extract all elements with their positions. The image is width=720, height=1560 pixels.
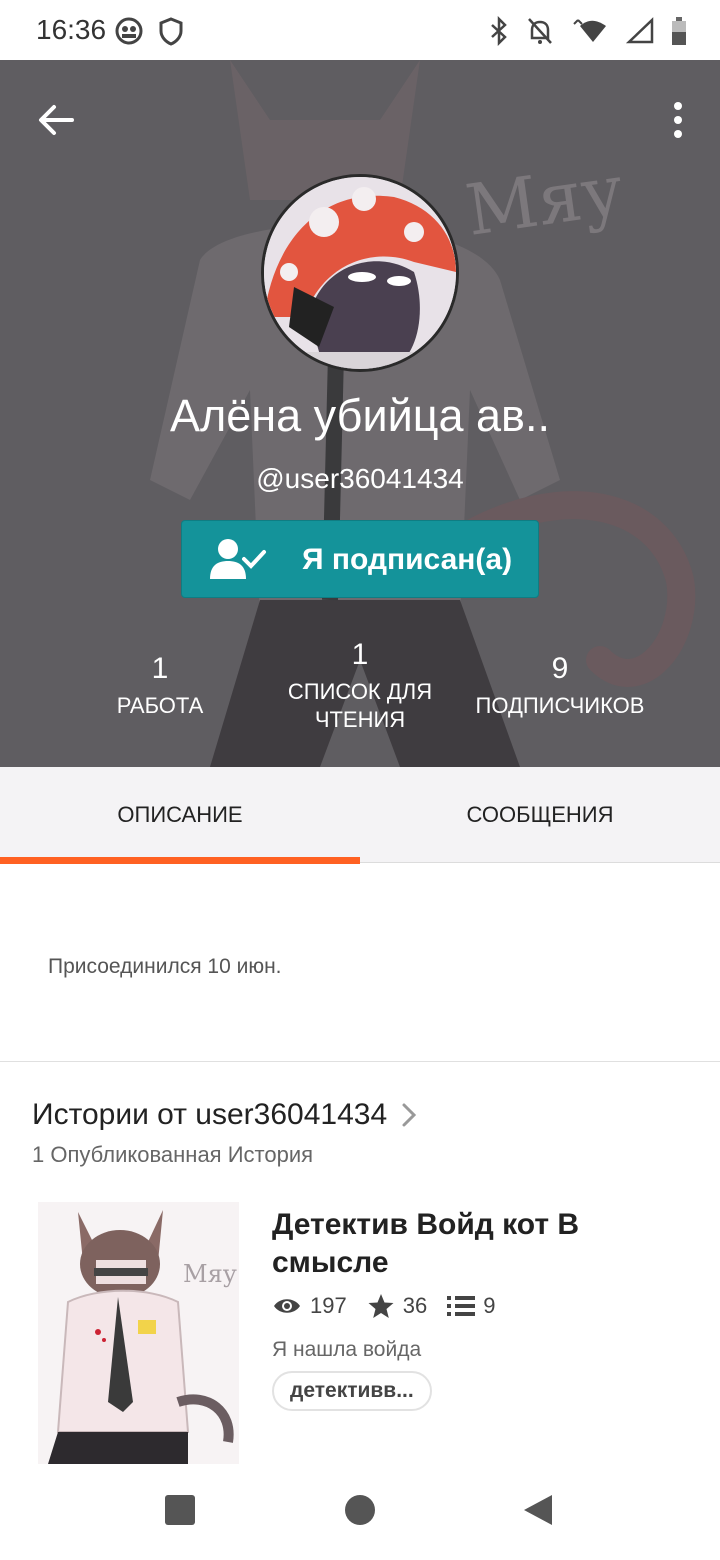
shield-icon [159, 17, 183, 46]
star-icon [368, 1294, 394, 1318]
tab-about[interactable]: ОПИСАНИЕ [0, 767, 360, 864]
tab-conversations-label: СООБЩЕНИЯ [466, 802, 614, 827]
tab-conversations[interactable]: СООБЩЕНИЯ [360, 767, 720, 863]
following-button[interactable]: Я подписан(а) [181, 520, 539, 598]
profile-tabs: ОПИСАНИЕ СООБЩЕНИЯ [0, 767, 720, 864]
status-time: 16:36 [36, 14, 107, 45]
stat-reading-lists[interactable]: 1 СПИСОК ДЛЯ ЧТЕНИЯ [260, 638, 460, 734]
following-button-label: Я подписан(а) [302, 543, 513, 576]
status-bar: 16:36 [0, 0, 720, 60]
notifications-off-icon [528, 18, 552, 44]
user-check-icon [210, 539, 266, 579]
story-description: Я нашла войда [272, 1338, 422, 1361]
stat-works[interactable]: 1 РАБОТА [60, 652, 260, 720]
notification-app-icon [115, 17, 143, 45]
stat-followers-label: ПОДПИСЧИКОВ [475, 693, 645, 718]
eye-icon [274, 1299, 300, 1313]
stat-works-value: 1 [151, 652, 169, 685]
story-parts: 9 [483, 1293, 496, 1318]
avatar-image [264, 177, 456, 369]
stories-section-title: Истории от user36041434 [32, 1098, 388, 1131]
section-divider [0, 1061, 720, 1062]
story-votes: 36 [402, 1293, 428, 1318]
back-button-icon[interactable] [522, 1494, 554, 1526]
stat-reading-lists-value: 1 [351, 638, 369, 671]
active-tab-indicator [0, 857, 360, 864]
back-arrow-icon[interactable] [32, 96, 80, 144]
wifi-icon [573, 19, 606, 42]
story-title[interactable]: Детектив Войд кот В смысле [272, 1206, 692, 1282]
stat-reading-lists-label-line1: СПИСОК ДЛЯ [287, 679, 433, 704]
profile-header: Мяу Алёна убийца ав.. @user36041434 Я по… [0, 60, 720, 767]
profile-username: @user36041434 [256, 463, 464, 494]
recents-button-icon[interactable] [164, 1494, 196, 1526]
bluetooth-icon [491, 16, 507, 46]
story-cover-watermark-text: Мяу [183, 1260, 237, 1288]
story-reads: 197 [310, 1293, 347, 1318]
stat-followers[interactable]: 9 ПОДПИСЧИКОВ [450, 652, 670, 720]
story-stats: 197 36 9 [272, 1292, 515, 1320]
chevron-right-icon [402, 1103, 417, 1127]
story-cover[interactable]: Мяу [38, 1202, 239, 1464]
tab-about-label: ОПИСАНИЕ [117, 802, 243, 827]
story-tag[interactable]: детективв... [272, 1371, 432, 1411]
list-icon [447, 1296, 476, 1316]
avatar[interactable] [261, 174, 459, 372]
stat-followers-value: 9 [551, 652, 569, 685]
system-navigation-bar [0, 1464, 720, 1560]
joined-date: Присоединился 10 июн. [48, 955, 282, 978]
stat-reading-lists-label-line2: ЧТЕНИЯ [314, 707, 406, 732]
home-button-icon[interactable] [344, 1494, 376, 1526]
stories-count: 1 Опубликованная История [32, 1142, 314, 1167]
story-cover-image: Мяу [38, 1202, 239, 1464]
cellular-signal-icon [626, 17, 654, 44]
battery-icon [672, 17, 686, 45]
profile-name: Алёна убийца ав.. [170, 390, 550, 441]
more-options-icon[interactable] [666, 96, 690, 144]
stat-works-label: РАБОТА [116, 693, 204, 718]
stories-section-header[interactable]: Истории от user36041434 [32, 1098, 417, 1132]
